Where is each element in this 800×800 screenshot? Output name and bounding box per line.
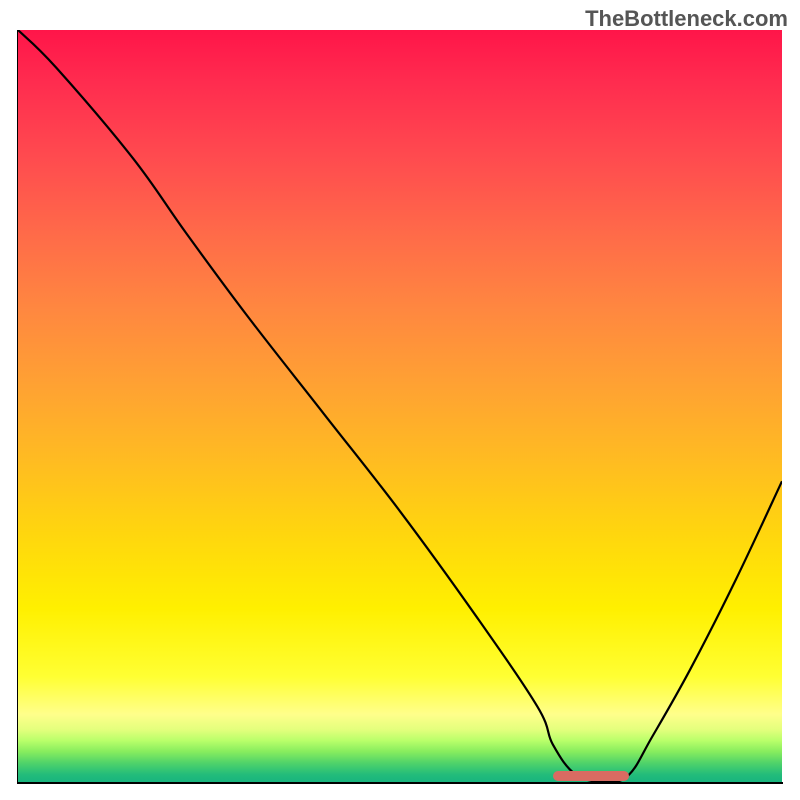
optimal-range-marker	[553, 771, 629, 781]
x-axis-line	[17, 782, 783, 784]
chart-container	[18, 30, 782, 782]
plot-gradient-background	[18, 30, 782, 782]
watermark-text: TheBottleneck.com	[585, 6, 788, 32]
bottleneck-curve	[18, 30, 782, 782]
